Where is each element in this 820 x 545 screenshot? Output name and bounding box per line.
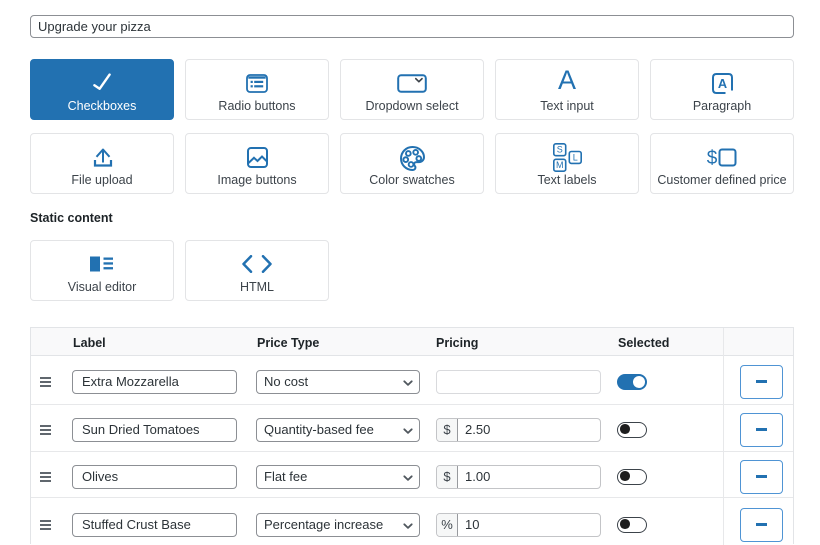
svg-text:$: $	[707, 148, 718, 168]
svg-text:L: L	[572, 152, 577, 162]
svg-text:M: M	[556, 160, 564, 170]
svg-text:A: A	[717, 76, 726, 91]
svg-text:S: S	[556, 144, 562, 154]
